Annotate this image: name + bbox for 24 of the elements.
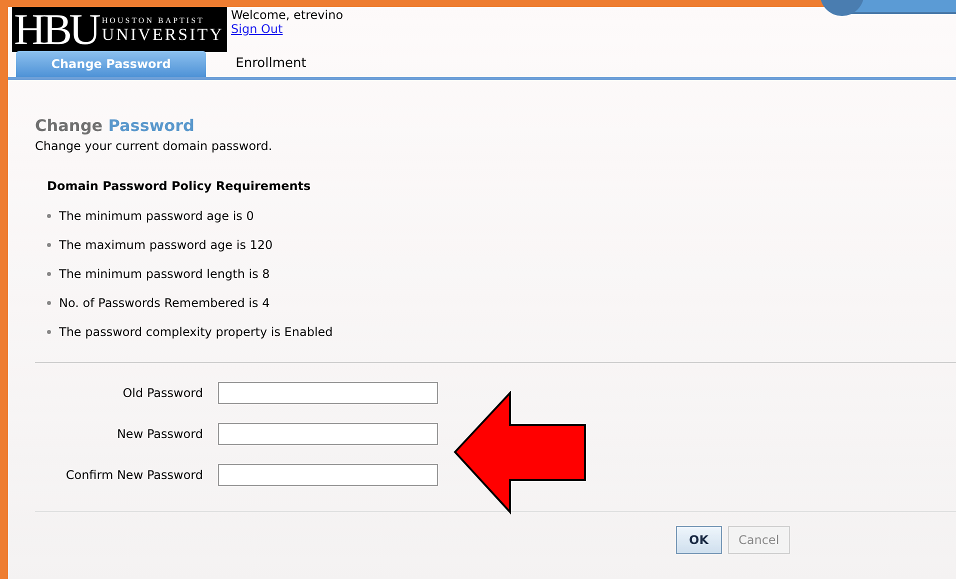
page-subtitle: Change your current domain password. <box>35 138 274 155</box>
sign-out-link[interactable]: Sign Out <box>231 22 344 36</box>
password-field[interactable] <box>218 382 438 404</box>
policy-item: The minimum password age is 0 <box>59 208 254 224</box>
policy-item: The maximum password age is 120 <box>59 236 273 254</box>
welcome-text: Welcome, etrevino <box>231 8 344 22</box>
password-field[interactable] <box>218 423 438 445</box>
tab[interactable]: Enrollment <box>206 51 336 77</box>
field-label: Old Password <box>122 385 204 402</box>
field-label: New Password <box>116 426 204 443</box>
bullet-icon <box>47 242 51 246</box>
bullet-icon <box>47 300 51 304</box>
policy-title: Domain Password Policy Requirements <box>47 178 312 195</box>
bullet-icon <box>47 214 51 218</box>
policy-item: No. of Passwords Remembered is 4 <box>59 294 270 312</box>
password-field[interactable] <box>218 464 438 486</box>
arrow-icon <box>452 391 588 516</box>
policy-item: The password complexity property is Enabled <box>59 324 333 340</box>
bullet-icon <box>47 272 51 276</box>
policy-item: The minimum password length is 8 <box>59 266 270 282</box>
page-heading: Change Password <box>35 115 196 137</box>
dialog-button[interactable]: OK <box>676 526 722 554</box>
field-label: Confirm New Password <box>64 467 204 484</box>
bullet-icon <box>47 330 51 334</box>
